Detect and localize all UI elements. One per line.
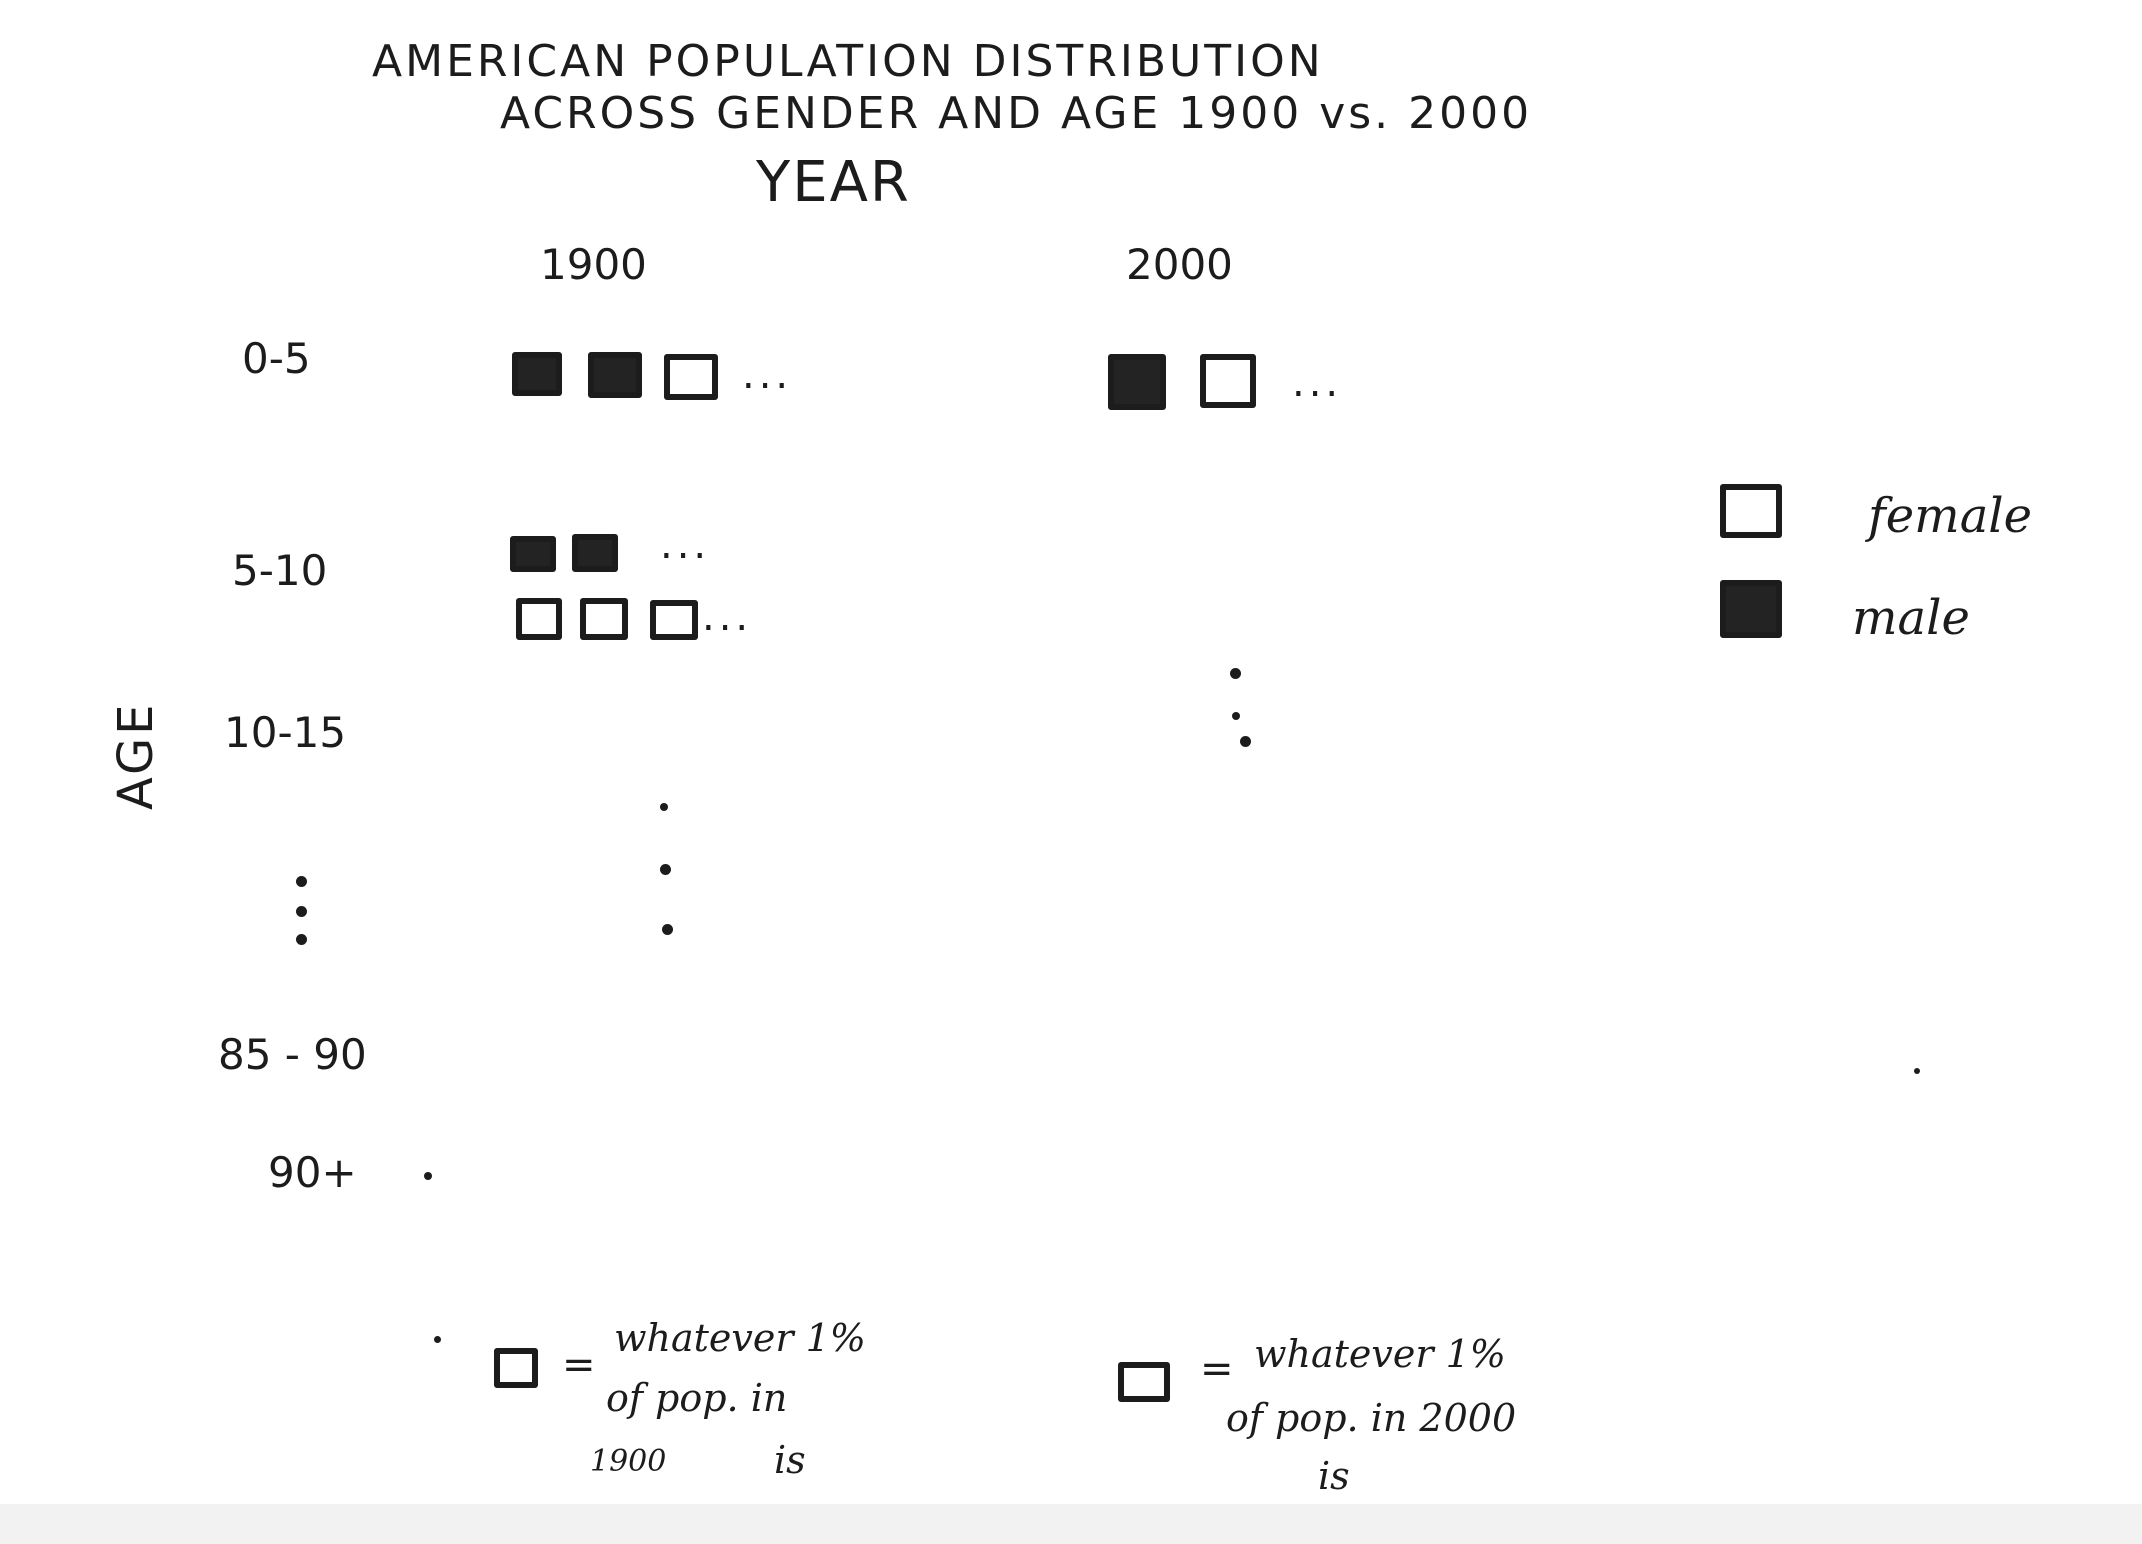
row-label-90-plus: 90+ bbox=[268, 1148, 357, 1197]
row-continuation-dot bbox=[296, 876, 307, 887]
column-header-2000: 2000 bbox=[1126, 240, 1233, 289]
note-1900-line3: 1900 bbox=[590, 1444, 667, 1479]
female-square bbox=[580, 598, 628, 640]
female-square bbox=[650, 600, 698, 640]
note-1900-line4: is bbox=[774, 1438, 806, 1482]
female-square bbox=[664, 354, 718, 400]
male-square bbox=[588, 352, 642, 398]
stray-dot bbox=[1914, 1068, 1920, 1074]
male-square bbox=[510, 536, 556, 572]
female-square bbox=[516, 598, 562, 640]
column-axis-label: YEAR bbox=[756, 150, 911, 215]
row-label-5-10: 5-10 bbox=[232, 546, 328, 595]
legend-male-label: male bbox=[1852, 590, 1970, 646]
row-label-85-90: 85 - 90 bbox=[218, 1030, 367, 1079]
column-header-1900: 1900 bbox=[540, 240, 647, 289]
row-label-10-15: 10-15 bbox=[224, 708, 347, 757]
female-square bbox=[1200, 354, 1256, 408]
row-continuation-dot bbox=[296, 934, 307, 945]
legend-male-swatch bbox=[1720, 580, 1782, 638]
title-line-1: AMERICAN POPULATION DISTRIBUTION bbox=[372, 36, 1324, 87]
legend-female-label: female bbox=[1868, 488, 2033, 544]
note-2000-line2: of pop. in 2000 bbox=[1226, 1396, 1517, 1440]
unit-square-1900 bbox=[494, 1348, 538, 1388]
column-continuation-dot bbox=[1240, 736, 1251, 747]
column-continuation-dot bbox=[1232, 712, 1240, 720]
male-square bbox=[572, 534, 618, 572]
row-axis-label: AGE bbox=[108, 701, 164, 810]
male-square bbox=[1108, 354, 1166, 410]
ellipsis: ... bbox=[660, 522, 711, 568]
column-continuation-dot bbox=[662, 924, 673, 935]
row-label-0-5: 0-5 bbox=[242, 334, 311, 383]
column-continuation-dot bbox=[660, 864, 671, 875]
legend-female-swatch bbox=[1720, 484, 1782, 538]
title-line-2: ACROSS GENDER AND AGE 1900 vs. 2000 bbox=[500, 88, 1533, 139]
stray-dot bbox=[424, 1172, 432, 1180]
row-continuation-dot bbox=[296, 906, 307, 917]
column-continuation-dot bbox=[660, 803, 668, 811]
ellipsis: ... bbox=[742, 352, 793, 398]
male-square bbox=[512, 352, 562, 396]
note-2000-line1: whatever 1% bbox=[1254, 1332, 1506, 1376]
equals-sign: = bbox=[1200, 1346, 1234, 1392]
note-1900-line1: whatever 1% bbox=[614, 1316, 866, 1360]
column-continuation-dot bbox=[1230, 668, 1241, 679]
scan-edge bbox=[0, 1504, 2142, 1544]
note-2000-line3: is bbox=[1318, 1454, 1350, 1498]
ellipsis: ... bbox=[1292, 360, 1343, 406]
note-1900-line2: of pop. in bbox=[606, 1376, 788, 1420]
equals-sign: = bbox=[562, 1342, 596, 1388]
unit-square-2000 bbox=[1118, 1362, 1170, 1402]
stray-dot bbox=[434, 1336, 441, 1343]
ellipsis: ... bbox=[702, 594, 753, 640]
